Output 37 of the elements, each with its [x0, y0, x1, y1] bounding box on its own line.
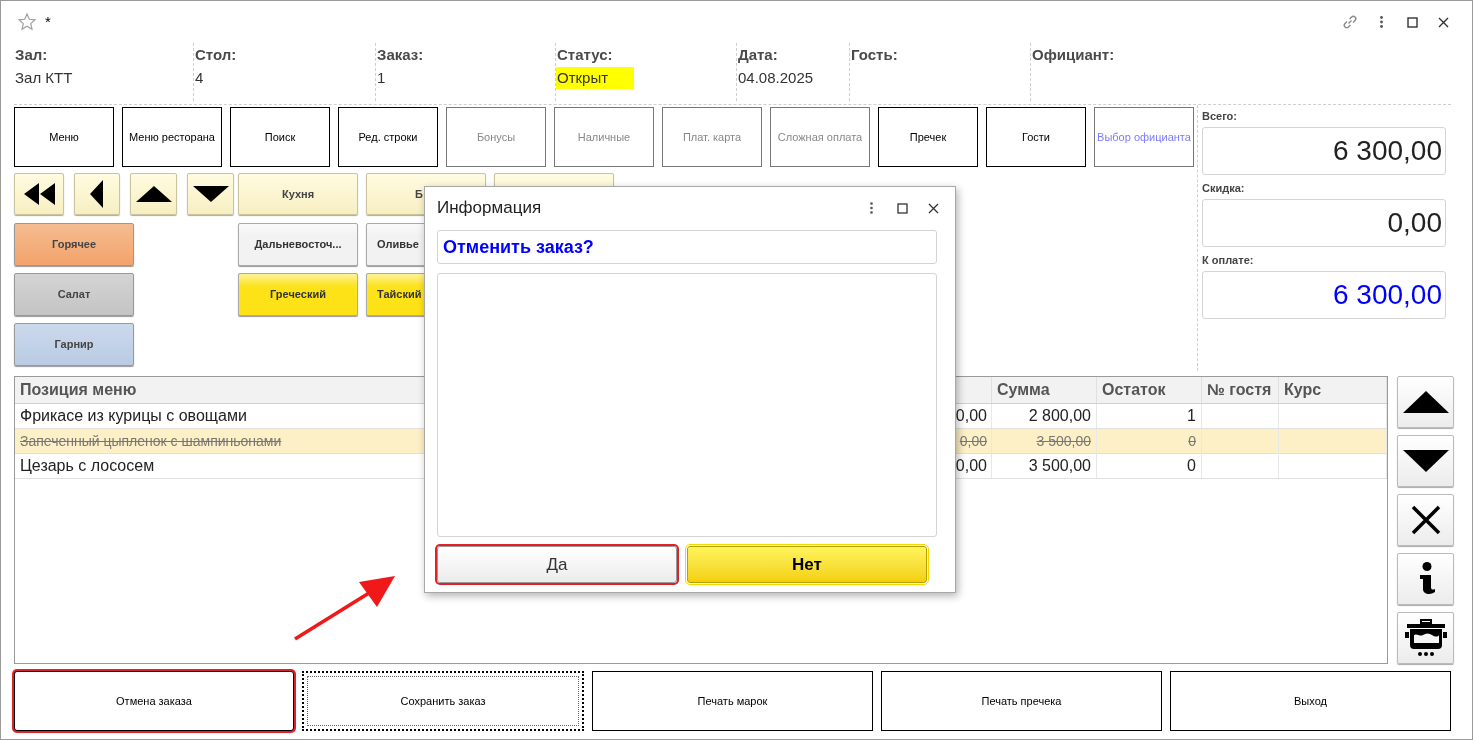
field-value: 4: [194, 68, 204, 88]
table-cell-text: Фрикасе из курицы с овощами: [20, 406, 247, 426]
field-value: Открыт: [556, 67, 635, 89]
total-label: Скидка:: [1202, 181, 1246, 195]
dialog-title: Информация: [437, 197, 542, 220]
field-label: Зал:: [14, 45, 48, 65]
total-value: 6 300,00: [1202, 127, 1446, 175]
total-value: 0,00: [1202, 199, 1446, 247]
table-cell-text: 0: [1188, 431, 1196, 451]
field-label: Дата:: [737, 45, 778, 65]
field-value: 04.08.2025: [737, 68, 814, 88]
table-cell-text: Цезарь с лососем: [20, 456, 155, 476]
table-cell-text: 0,00: [955, 456, 987, 476]
table-cell-text: Запеченный цыпленок с шампиньонами: [20, 431, 282, 451]
table-cell-text: 1: [1187, 406, 1196, 426]
table-cell-text: 0: [1187, 456, 1196, 476]
column-header: Сумма: [992, 377, 1097, 403]
table-cell-text: 3 500,00: [1028, 456, 1091, 476]
table-cell-text: 2 800,00: [1028, 406, 1091, 426]
field-label: Статус:: [556, 45, 613, 65]
field-label: Официант:: [1031, 45, 1115, 65]
field-value: Зал КТТ: [14, 68, 73, 88]
total-label: Всего:: [1202, 109, 1238, 123]
field-label: Гость:: [850, 45, 898, 65]
column-header: Остаток: [1097, 377, 1202, 403]
total-label: К оплате:: [1202, 253, 1255, 267]
table-cell-text: 0,00: [955, 406, 987, 426]
column-header: № гостя: [1202, 377, 1279, 403]
column-header: Курс: [1279, 377, 1387, 403]
window-title: *: [45, 11, 51, 32]
table-cell-text: 3 500,00: [1036, 431, 1091, 451]
table-cell-text: 0,00: [959, 431, 987, 451]
field-label: Стол:: [194, 45, 237, 65]
field-label: Заказ:: [376, 45, 424, 65]
field-value: 1: [376, 68, 386, 88]
question-text: Отменить заказ?: [437, 230, 937, 264]
total-value: 6 300,00: [1202, 271, 1446, 319]
